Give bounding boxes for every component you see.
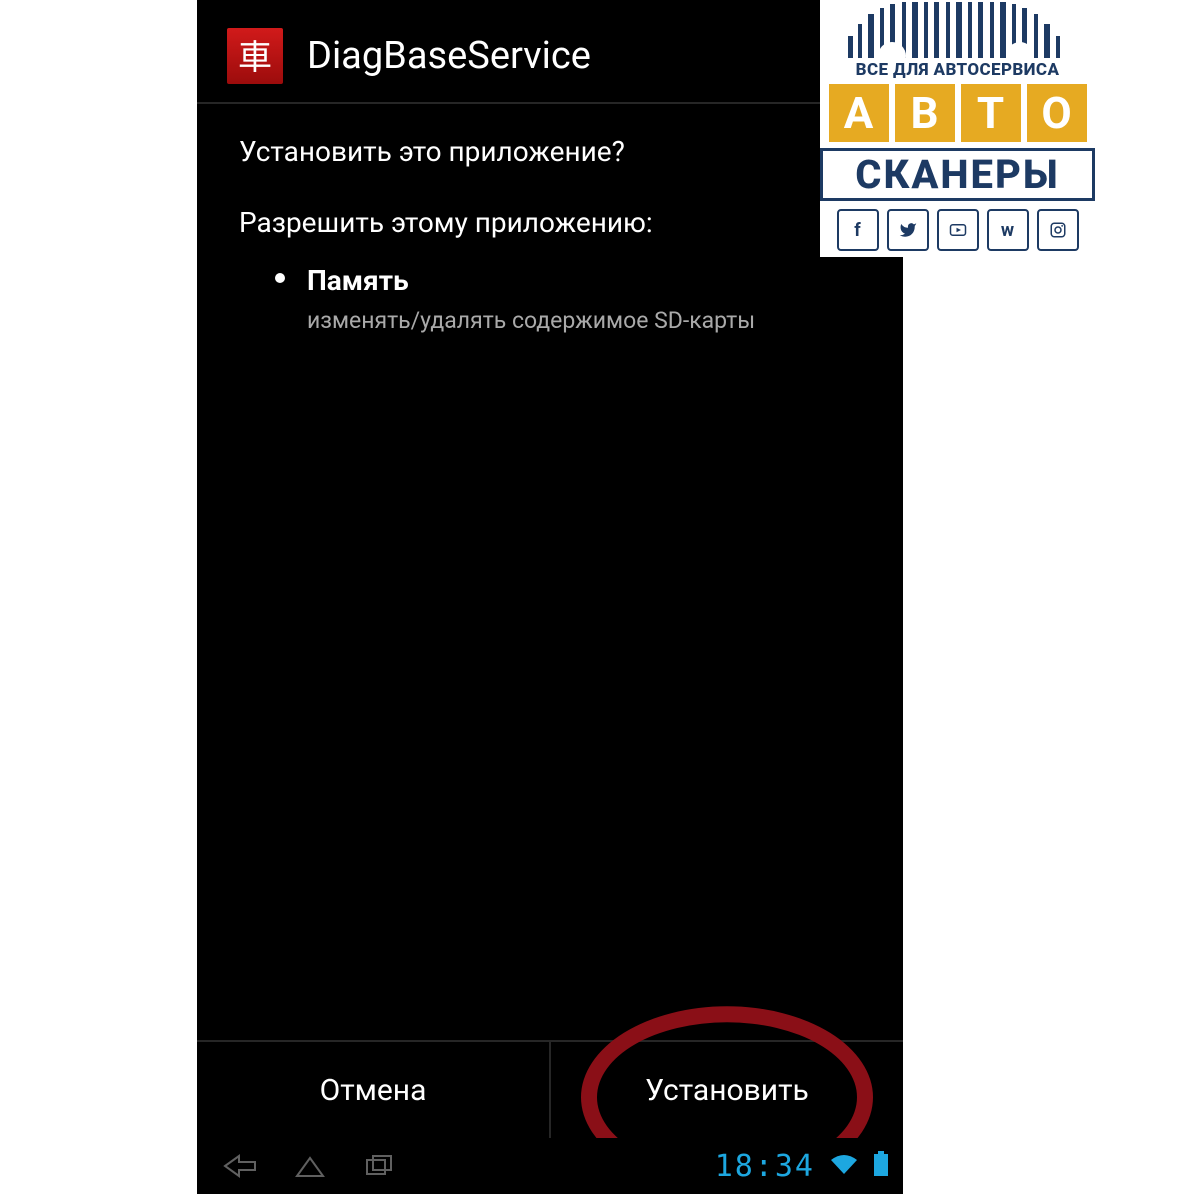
recent-apps-icon[interactable] bbox=[363, 1149, 397, 1183]
app-title: DiagBaseService bbox=[307, 34, 591, 78]
vk-icon: w bbox=[987, 209, 1029, 251]
watermark-line2: СКАНЕРЫ bbox=[820, 148, 1095, 201]
watermark-char: А bbox=[829, 84, 889, 142]
watermark-char: Т bbox=[961, 84, 1021, 142]
youtube-icon bbox=[937, 209, 979, 251]
status-time: 18:34 bbox=[715, 1149, 815, 1184]
facebook-icon: f bbox=[837, 209, 879, 251]
navigation-bar: 18:34 bbox=[197, 1138, 903, 1194]
permission-name: Память bbox=[307, 261, 755, 302]
watermark-char: О bbox=[1027, 84, 1087, 142]
watermark-char: В bbox=[895, 84, 955, 142]
cancel-button-label: Отмена bbox=[320, 1073, 427, 1108]
back-icon[interactable] bbox=[223, 1149, 257, 1183]
watermark-line1: А В Т О bbox=[820, 84, 1095, 142]
install-button-label: Установить bbox=[645, 1073, 809, 1108]
barcode-car-icon bbox=[820, 0, 1095, 62]
permission-item: Память изменять/удалять содержимое SD-ка… bbox=[275, 261, 861, 337]
cancel-button[interactable]: Отмена bbox=[197, 1042, 549, 1138]
battery-icon bbox=[873, 1151, 889, 1181]
watermark-logo: ВСЕ ДЛЯ АВТОСЕРВИСА А В Т О СКАНЕРЫ f w bbox=[820, 0, 1095, 257]
install-question: Установить это приложение? bbox=[239, 132, 861, 173]
dialog-header: 車 DiagBaseService bbox=[197, 0, 903, 102]
home-icon[interactable] bbox=[293, 1149, 327, 1183]
dialog-body: Установить это приложение? Разрешить это… bbox=[197, 104, 903, 337]
watermark-social: f w bbox=[820, 209, 1095, 251]
wifi-icon bbox=[829, 1152, 859, 1180]
android-install-dialog: 車 DiagBaseService Установить это приложе… bbox=[197, 0, 903, 1194]
permission-description: изменять/удалять содержимое SD-карты bbox=[307, 304, 755, 337]
app-icon-glyph: 車 bbox=[238, 30, 272, 79]
install-button[interactable]: Установить bbox=[549, 1042, 903, 1138]
watermark-tagline: ВСЕ ДЛЯ АВТОСЕРВИСА bbox=[820, 60, 1095, 80]
bullet-icon bbox=[275, 273, 285, 283]
button-bar: Отмена Установить bbox=[197, 1040, 903, 1138]
permissions-title: Разрешить этому приложению: bbox=[239, 203, 861, 244]
twitter-icon bbox=[887, 209, 929, 251]
instagram-icon bbox=[1037, 209, 1079, 251]
app-icon: 車 bbox=[227, 28, 283, 84]
